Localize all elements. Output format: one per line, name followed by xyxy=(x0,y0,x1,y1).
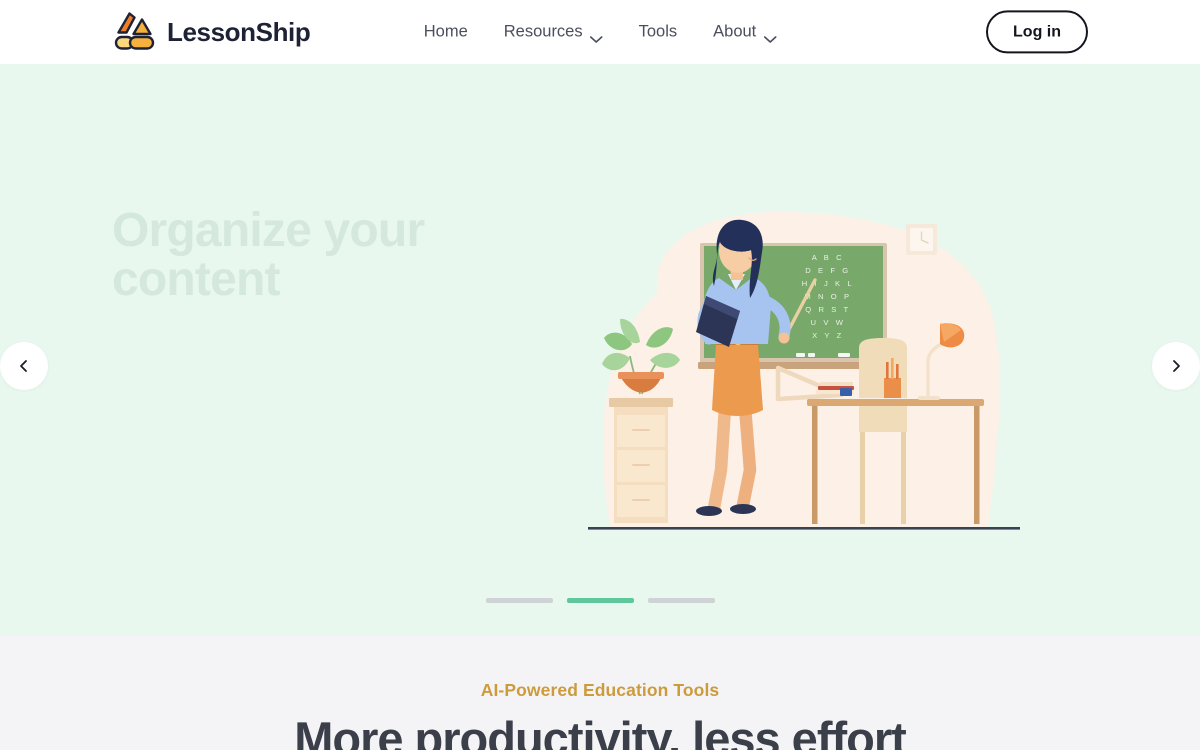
nav-item-label: Tools xyxy=(638,22,678,41)
svg-text:D E F G: D E F G xyxy=(805,266,851,275)
carousel-next-button[interactable] xyxy=(1152,342,1200,390)
brand-logo[interactable]: LessonShip xyxy=(112,11,311,53)
carousel-pagination xyxy=(0,598,1200,603)
main-navigation: Home Resources Tools About xyxy=(406,15,795,50)
classroom-teacher-illustration: A B C D E F G H I J K L M N O P Q R S T … xyxy=(588,202,1020,532)
hero-title: Organize your content xyxy=(112,204,532,306)
svg-text:U V W: U V W xyxy=(811,318,846,327)
svg-text:X Y Z: X Y Z xyxy=(812,331,844,340)
svg-text:M N O P: M N O P xyxy=(804,292,851,301)
svg-text:Q R S T: Q R S T xyxy=(805,305,851,314)
carousel-dot-1[interactable] xyxy=(485,598,553,603)
landing-page: LessonShip Home Resources Tools About Lo… xyxy=(0,0,1200,750)
nav-item-label: Resources xyxy=(503,22,583,41)
chevron-down-icon xyxy=(763,29,777,43)
login-button[interactable]: Log in xyxy=(986,10,1088,54)
nav-item-label: About xyxy=(713,22,757,41)
hero-carousel: Organize your content A B C D E F G H I … xyxy=(0,64,1200,636)
chevron-left-icon xyxy=(17,359,31,373)
carousel-dot-3[interactable] xyxy=(647,598,715,603)
carousel-dot-2[interactable] xyxy=(566,598,634,603)
features-section: AI-Powered Education Tools More producti… xyxy=(0,636,1200,750)
site-header: LessonShip Home Resources Tools About Lo… xyxy=(0,0,1200,64)
chevron-right-icon xyxy=(1169,359,1183,373)
nav-item-about[interactable]: About xyxy=(695,15,794,50)
svg-text:A B C: A B C xyxy=(812,253,844,262)
section-eyebrow: AI-Powered Education Tools xyxy=(480,680,720,700)
chevron-down-icon xyxy=(589,29,603,43)
carousel-prev-button[interactable] xyxy=(0,342,48,390)
hero-title-line1: Organize your xyxy=(112,204,425,257)
section-title: More productivity, less effort xyxy=(294,712,907,750)
nav-item-resources[interactable]: Resources xyxy=(486,15,621,50)
lessonship-logo-icon xyxy=(112,11,158,53)
hero-title-line2: content xyxy=(112,252,281,306)
nav-item-tools[interactable]: Tools xyxy=(621,15,696,50)
nav-item-label: Home xyxy=(423,22,468,41)
nav-item-home[interactable]: Home xyxy=(406,15,486,50)
brand-name: LessonShip xyxy=(167,17,311,47)
